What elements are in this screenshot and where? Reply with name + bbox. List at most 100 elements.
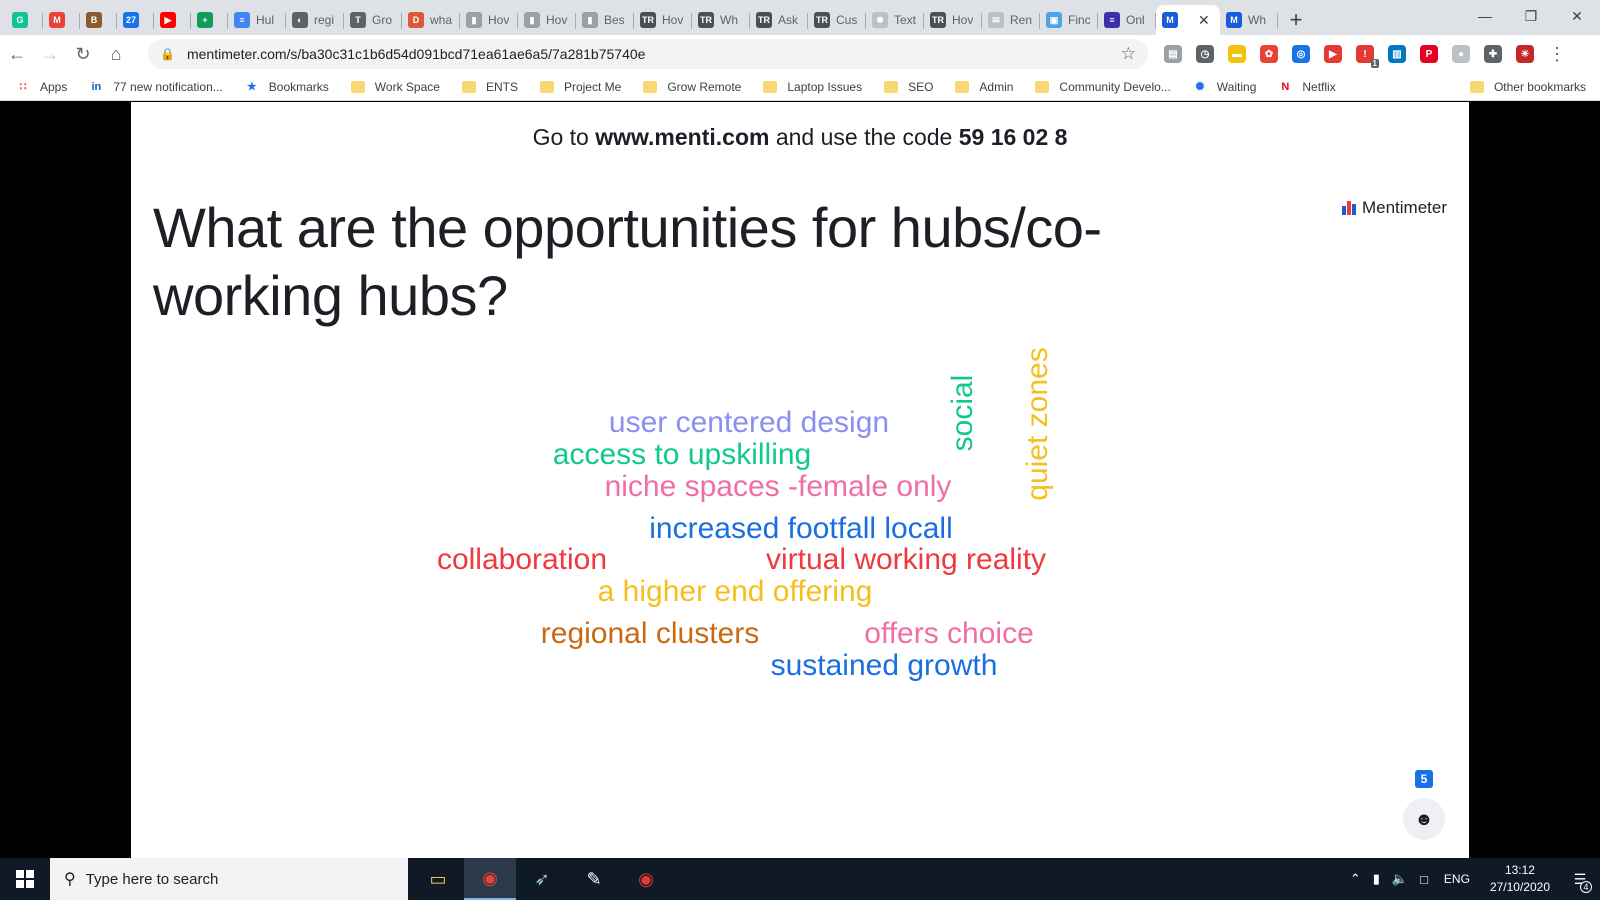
trello-icon[interactable]: ▥: [1388, 45, 1406, 63]
alert-icon[interactable]: ! 1: [1356, 45, 1379, 68]
notification-center-icon[interactable]: ☰ 4: [1560, 858, 1600, 900]
battery-icon[interactable]: ▮: [1373, 871, 1380, 887]
note-icon[interactable]: ▬: [1228, 45, 1246, 63]
browser-tab[interactable]: ✹ Text: [866, 5, 924, 35]
chevron-up-icon[interactable]: ⌃: [1350, 871, 1361, 887]
volume-icon[interactable]: 🔈: [1392, 871, 1408, 887]
home-icon[interactable]: ⌂: [100, 38, 132, 70]
browser-tab[interactable]: B: [80, 5, 117, 35]
browser-tab[interactable]: ◐ regi: [286, 5, 344, 35]
browser-tab[interactable]: TR Cus: [808, 5, 866, 35]
browser-tab[interactable]: ▶: [154, 5, 191, 35]
browser-tab[interactable]: TR Ask: [750, 5, 808, 35]
bookmark-item[interactable]: N Netflix: [1278, 80, 1335, 94]
browser-tab[interactable]: ≡ Onl: [1098, 5, 1156, 35]
lock-icon[interactable]: 🔒: [160, 47, 175, 61]
presentation-slide: Go to www.menti.com and use the code 59 …: [131, 102, 1469, 858]
tr-icon: TR: [930, 12, 946, 28]
bookmark-item[interactable]: SEO: [884, 80, 933, 94]
reload-icon[interactable]: ↻: [67, 38, 99, 70]
tab-title: Hov: [662, 13, 684, 27]
language-indicator[interactable]: ENG: [1444, 872, 1470, 886]
taskbar-search[interactable]: ⚲ Type here to search: [50, 858, 408, 900]
pinterest-icon[interactable]: P: [1420, 45, 1438, 63]
browser-tab[interactable]: ▮ Hov: [460, 5, 518, 35]
briefcase-icon[interactable]: ▤: [1164, 45, 1182, 63]
file-explorer-icon[interactable]: ▭: [412, 858, 464, 900]
sketch-icon[interactable]: ✎: [568, 858, 620, 900]
url-text[interactable]: mentimeter.com/s/ba30c31c1b6d54d091bcd71…: [187, 46, 1121, 62]
tab-title: Wh: [720, 13, 738, 27]
bookmark-label: Work Space: [374, 79, 440, 94]
bookmark-star-icon[interactable]: ☆: [1121, 44, 1136, 64]
browser-tab[interactable]: M ✕: [1156, 5, 1220, 35]
folder-icon: [539, 80, 554, 93]
browser-tab[interactable]: ▣ Finc: [1040, 5, 1098, 35]
feather-icon[interactable]: ➶: [516, 858, 568, 900]
new-tab-icon[interactable]: +: [1282, 5, 1310, 35]
bookmark-item[interactable]: Community Develo...: [1035, 80, 1171, 94]
word-cloud-entry: a higher end offering: [597, 575, 873, 608]
person-icon[interactable]: ☻: [1403, 798, 1445, 840]
browser-tab[interactable]: T Gro: [344, 5, 402, 35]
record-icon[interactable]: ◉: [620, 858, 672, 900]
browser-tab[interactable]: ▮ Hov: [518, 5, 576, 35]
participant-count: 5: [1415, 770, 1433, 788]
bookmark-item[interactable]: Grow Remote: [643, 80, 741, 94]
browser-tab[interactable]: ▮ Bes: [576, 5, 634, 35]
chrome-menu-icon[interactable]: ⋮: [1548, 44, 1566, 65]
address-bar[interactable]: 🔒 mentimeter.com/s/ba30c31c1b6d54d091bcd…: [148, 39, 1148, 69]
profile-icon[interactable]: ☀: [1516, 45, 1534, 63]
word-cloud-entry: offers choice: [864, 617, 1034, 650]
minimize-icon[interactable]: —: [1462, 0, 1508, 32]
browser-tab[interactable]: 27: [117, 5, 154, 35]
start-button[interactable]: [0, 858, 50, 900]
shield-icon[interactable]: ◎: [1292, 45, 1310, 63]
video-icon[interactable]: ▶: [1324, 45, 1342, 63]
timer-icon[interactable]: ◷: [1196, 45, 1214, 63]
browser-tab[interactable]: TR Hov: [634, 5, 692, 35]
browser-tab[interactable]: M Wh: [1220, 5, 1278, 35]
tab-title: regi: [314, 13, 335, 27]
clock[interactable]: 13:12 27/10/2020: [1490, 862, 1550, 896]
participants-indicator[interactable]: 5 ☻: [1403, 770, 1445, 840]
bookmark-item[interactable]: Project Me: [539, 79, 622, 94]
bookmark-item[interactable]: Work Space: [350, 79, 440, 94]
close-window-icon[interactable]: ✕: [1554, 0, 1600, 32]
browser-tab[interactable]: M: [43, 5, 80, 35]
back-icon[interactable]: ←: [1, 38, 33, 70]
browser-tab[interactable]: +: [191, 5, 228, 35]
notification-count: 4: [1580, 881, 1592, 893]
word-cloud-entry: niche spaces -female only: [604, 470, 952, 503]
puzzle-icon[interactable]: ✚: [1484, 45, 1502, 63]
bookmark-label: 77 new notification...: [113, 79, 223, 94]
other-bookmarks[interactable]: Other bookmarks: [1469, 79, 1586, 94]
browser-tab[interactable]: TR Wh: [692, 5, 750, 35]
forward-icon[interactable]: →: [34, 38, 66, 70]
bookmark-item[interactable]: ★ Bookmarks: [245, 80, 329, 94]
browser-tab[interactable]: G: [6, 5, 43, 35]
chrome-icon[interactable]: ◉: [464, 858, 516, 900]
bookmark-item[interactable]: Admin: [955, 80, 1013, 94]
colorwheel-icon[interactable]: ✿: [1260, 45, 1278, 63]
browser-tab[interactable]: ✉ Ren: [982, 5, 1040, 35]
bookmark-label: Project Me: [563, 79, 622, 94]
bookmark-item[interactable]: ✺ Waiting: [1193, 80, 1256, 94]
waiting-icon: ✺: [1195, 81, 1205, 93]
restore-icon[interactable]: ❐: [1508, 0, 1554, 32]
star-icon: ★: [246, 81, 257, 93]
bookmark-item[interactable]: ENTS: [461, 80, 518, 94]
bookmark-item[interactable]: ∷ Apps: [16, 80, 68, 94]
other-bookmarks-label: Other bookmarks: [1493, 79, 1586, 94]
bookmark-item[interactable]: Laptop Issues: [763, 80, 862, 94]
bookmark-item[interactable]: in 77 new notification...: [89, 80, 222, 94]
tab-title: Ren: [1010, 13, 1033, 27]
tab-title: Ask: [778, 13, 799, 27]
circle-icon[interactable]: ●: [1452, 45, 1470, 63]
network-icon[interactable]: □: [1420, 872, 1428, 887]
browser-tab[interactable]: ≡ Hul: [228, 5, 286, 35]
close-tab-icon[interactable]: ✕: [1198, 12, 1210, 29]
folder-icon: [643, 80, 658, 93]
browser-tab[interactable]: Dwha: [402, 5, 460, 35]
browser-tab[interactable]: TR Hov: [924, 5, 982, 35]
